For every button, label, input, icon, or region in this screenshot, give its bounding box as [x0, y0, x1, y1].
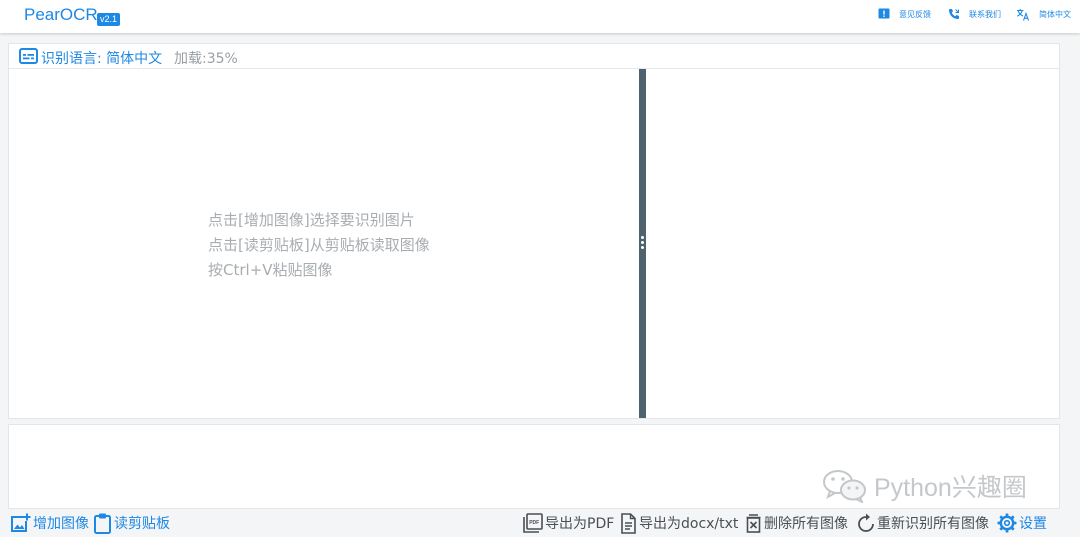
nav-language-label: 简体中文: [1039, 9, 1071, 19]
app-title: PearOCR: [24, 5, 98, 24]
hint-add-image: 点击[增加图像]选择要识别图片: [208, 211, 415, 229]
recognition-language-select[interactable]: 识别语言: 简体中文: [41, 48, 162, 68]
delete-all-button[interactable]: 删除所有图像: [745, 512, 848, 534]
add-image-button[interactable]: 增加图像: [10, 512, 89, 534]
read-clipboard-button[interactable]: 读剪贴板: [93, 512, 170, 534]
nav-contact-label: 联系我们: [969, 9, 1001, 19]
read-clipboard-label: 读剪贴板: [114, 516, 170, 532]
subtitles-icon: [19, 48, 38, 64]
delete-all-label: 删除所有图像: [764, 516, 848, 532]
document-icon: [621, 512, 636, 534]
pane-splitter[interactable]: [639, 69, 646, 418]
nav-contact[interactable]: 联系我们: [948, 0, 1001, 28]
version-badge: v2.1: [97, 13, 121, 26]
bottom-toolbar: 增加图像 读剪贴板 PDF 导出为PDF 导出为docx/txt 删除所有图像: [0, 509, 1080, 537]
watermark: Python兴趣圈: [822, 468, 1027, 504]
nav-feedback-label: 意见反馈: [899, 9, 931, 19]
refresh-icon: [858, 513, 874, 532]
svg-text:PDF: PDF: [529, 520, 539, 526]
translate-icon: [1017, 8, 1030, 21]
add-image-label: 增加图像: [33, 516, 89, 532]
settings-button[interactable]: 设置: [997, 512, 1047, 534]
export-pdf-label: 导出为PDF: [545, 516, 615, 532]
recognition-language-bar: 识别语言: 简体中文 加载:35%: [9, 44, 1059, 69]
settings-label: 设置: [1019, 516, 1047, 532]
top-app-bar: PearOCR v2.1 意见反馈 联系我们 简体中文: [0, 0, 1080, 33]
phone-icon: [949, 9, 959, 19]
hint-text-block: 点击[增加图像]选择要识别图片 点击[读剪贴板]从剪贴板读取图像 按Ctrl+V…: [208, 208, 430, 283]
watermark-text: Python兴趣圈: [874, 474, 1027, 502]
ocr-workspace-card: 识别语言: 简体中文 加载:35% 点击[增加图像]选择要识别图片 点击[读剪贴…: [8, 43, 1060, 419]
wechat-icon: [823, 470, 866, 503]
add-photo-icon: [11, 513, 31, 532]
feedback-icon: [878, 8, 890, 19]
drag-handle-icon: [641, 236, 644, 249]
image-drop-area[interactable]: 点击[增加图像]选择要识别图片 点击[读剪贴板]从剪贴板读取图像 按Ctrl+V…: [9, 69, 639, 418]
hint-read-clipboard: 点击[读剪贴板]从剪贴板读取图像: [208, 236, 430, 254]
rerecognize-all-label: 重新识别所有图像: [877, 516, 989, 532]
result-text-pane[interactable]: [646, 69, 1059, 418]
export-docx-label: 导出为docx/txt: [639, 516, 739, 532]
clipboard-icon: [94, 513, 111, 534]
hint-paste-shortcut: 按Ctrl+V粘贴图像: [208, 261, 333, 279]
export-docx-button[interactable]: 导出为docx/txt: [620, 512, 738, 534]
nav-feedback[interactable]: 意见反馈: [878, 0, 931, 28]
load-status: 加载:35%: [174, 51, 238, 67]
rerecognize-all-button[interactable]: 重新识别所有图像: [857, 512, 989, 534]
export-pdf-button[interactable]: PDF 导出为PDF: [523, 512, 614, 534]
delete-box-icon: [746, 514, 761, 533]
nav-language[interactable]: 简体中文: [1016, 0, 1071, 28]
pdf-icon: PDF: [523, 513, 543, 533]
gear-icon: [997, 513, 1017, 533]
